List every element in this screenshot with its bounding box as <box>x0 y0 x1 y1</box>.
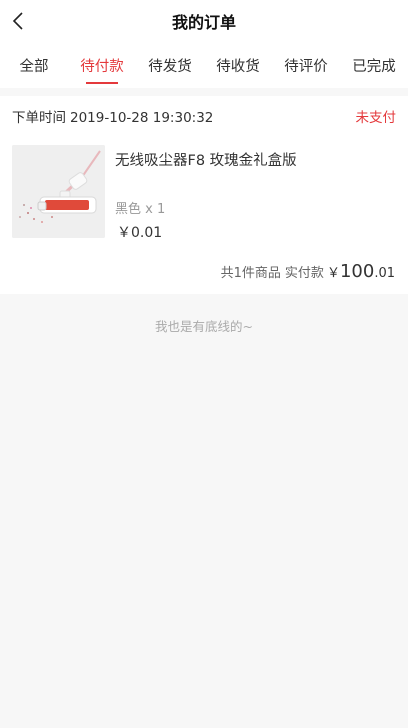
tab-pending-payment[interactable]: 待付款 <box>68 40 136 88</box>
product-price: ￥0.01 <box>117 225 163 241</box>
vacuum-cleaner-image <box>12 145 105 238</box>
currency-symbol: ￥ <box>326 266 340 281</box>
order-time: 下单时间 2019-10-28 19:30:32 <box>12 106 213 126</box>
product-name[interactable]: 无线吸尘器F8 玫瑰金礼盒版 <box>115 149 297 170</box>
total-amount-integer: 100 <box>339 261 375 282</box>
header-bar: 我的订单 <box>0 0 408 40</box>
tab-pending-receipt[interactable]: 待收货 <box>204 40 272 88</box>
tab-pending-review[interactable]: 待评价 <box>272 40 340 88</box>
item-count: 共1件商品 <box>220 266 281 281</box>
page-title: 我的订单 <box>171 13 236 32</box>
product-spec: 黑色 x 1 <box>115 202 166 217</box>
tab-pending-shipment[interactable]: 待发货 <box>136 40 204 88</box>
end-of-list-note: 我也是有底线的~ <box>155 319 253 334</box>
order-tabs: 全部 待付款 待发货 待收货 待评价 已完成 <box>0 40 408 88</box>
order-status-badge: 未支付 <box>355 110 397 126</box>
tab-completed[interactable]: 已完成 <box>340 40 408 88</box>
order-header: 下单时间 2019-10-28 19:30:32 未支付 <box>12 106 396 126</box>
order-card[interactable]: 下单时间 2019-10-28 19:30:32 未支付 无线吸尘器F8 玫瑰金礼… <box>0 96 408 294</box>
total-label: 实付款 <box>284 266 324 281</box>
order-summary: 共1件商品 实付款 ￥100.01 <box>221 261 395 282</box>
total-amount-decimal: .01 <box>374 266 395 281</box>
product-image[interactable] <box>12 145 105 238</box>
order-time-value: 2019-10-28 19:30:32 <box>70 110 214 126</box>
order-time-label: 下单时间 <box>12 110 66 126</box>
tab-all[interactable]: 全部 <box>0 40 68 88</box>
